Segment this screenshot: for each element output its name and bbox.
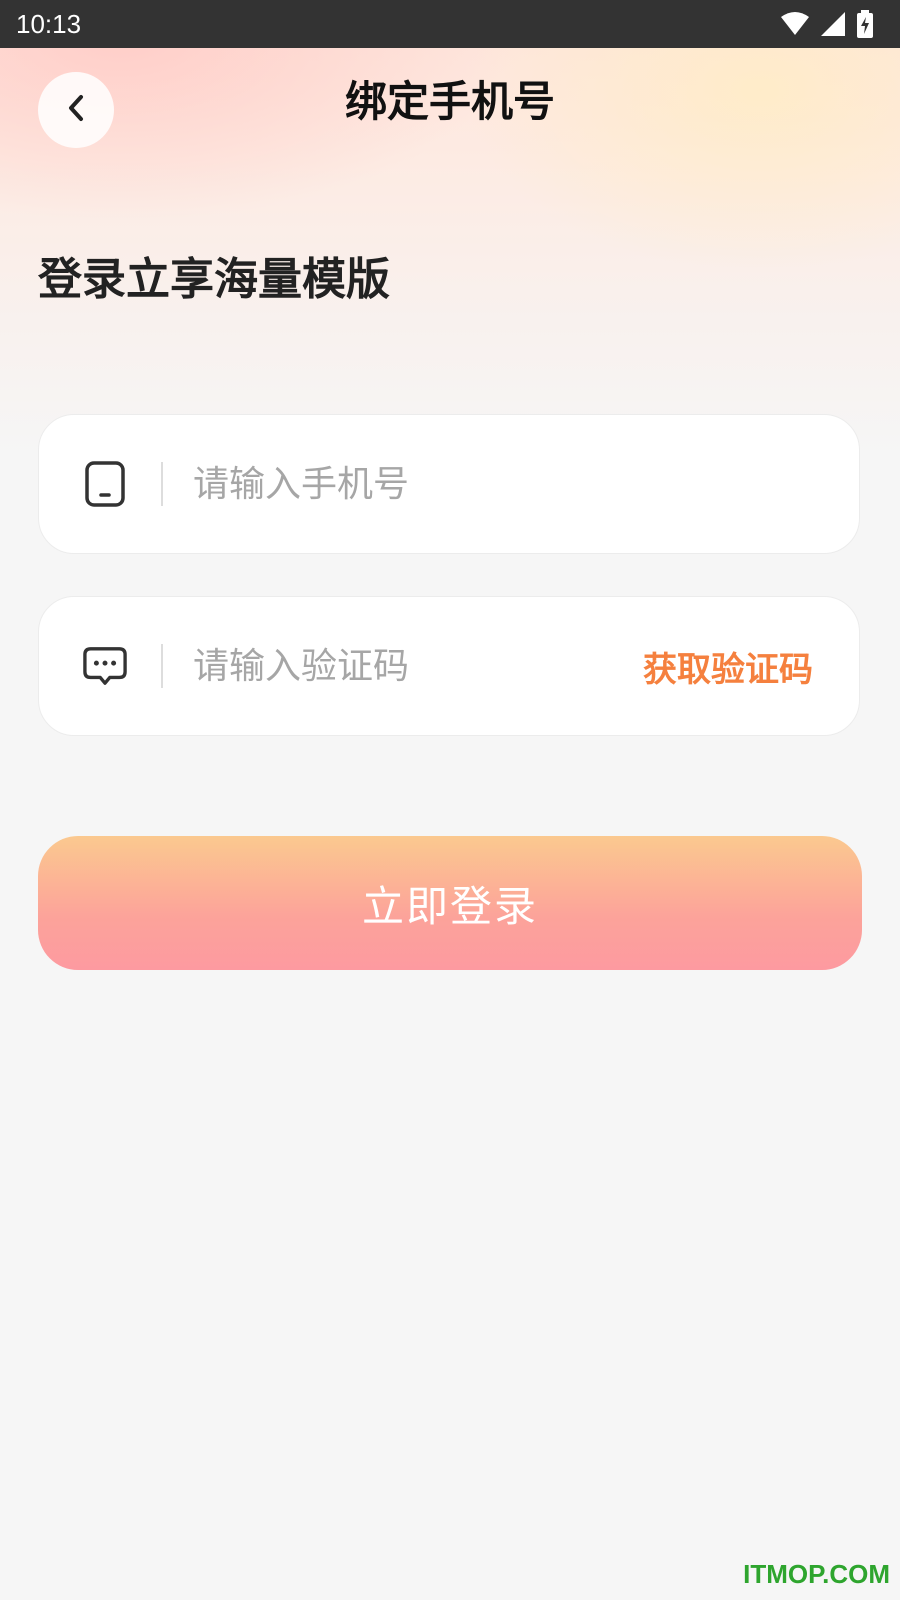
cell-signal-icon	[820, 11, 846, 37]
status-time: 10:13	[16, 8, 82, 39]
promo-heading: 登录立享海量模版	[38, 254, 390, 305]
field-divider	[161, 644, 163, 688]
field-divider	[161, 462, 163, 506]
get-code-button[interactable]: 获取验证码	[643, 642, 813, 691]
status-bar: 10:13	[0, 0, 900, 48]
phone-icon	[83, 461, 127, 507]
header-gradient-background	[0, 0, 900, 460]
status-icons	[780, 10, 874, 38]
watermark: ITMOP.COM	[743, 1559, 890, 1589]
page-title: 绑定手机号	[344, 77, 555, 126]
verification-code-input[interactable]	[193, 636, 643, 696]
login-button[interactable]: 立即登录	[38, 836, 862, 970]
phone-field	[38, 414, 860, 554]
verification-code-field: 获取验证码	[38, 596, 860, 736]
battery-charging-icon	[856, 10, 874, 38]
message-icon	[83, 644, 127, 688]
wifi-icon	[780, 11, 810, 37]
phone-input[interactable]	[193, 454, 859, 514]
